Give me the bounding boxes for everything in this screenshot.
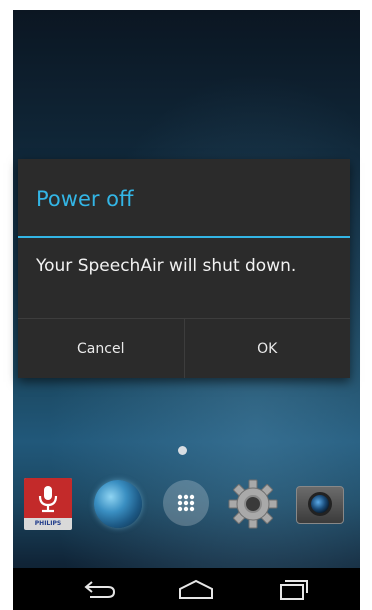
back-icon[interactable] — [80, 574, 120, 604]
dialog-title: Power off — [36, 187, 134, 211]
microphone-icon — [38, 486, 58, 513]
page-indicator-dot — [178, 446, 187, 455]
dialog-button-row: Cancel OK — [18, 318, 350, 378]
philips-brand-label: PHILIPS — [34, 520, 62, 527]
globe-icon — [94, 480, 142, 528]
philips-voice-recorder-app[interactable]: PHILIPS — [24, 478, 76, 530]
dialog-message: Your SpeechAir will shut down. — [36, 256, 297, 276]
browser-app[interactable] — [92, 478, 144, 530]
home-icon[interactable] — [176, 574, 216, 604]
settings-app[interactable] — [227, 478, 279, 530]
navigation-bar — [13, 568, 360, 610]
camera-lens — [308, 492, 332, 516]
cancel-button[interactable]: Cancel — [18, 319, 184, 378]
camera-app[interactable] — [294, 478, 346, 530]
app-grid-dots — [177, 494, 195, 512]
recent-apps-icon[interactable] — [273, 574, 313, 604]
power-off-dialog: Power off Your SpeechAir will shut down.… — [18, 159, 350, 378]
title-divider — [18, 236, 350, 238]
app-drawer-button[interactable] — [161, 478, 213, 530]
ok-button[interactable]: OK — [183, 319, 351, 378]
settings-gear-icon — [228, 479, 278, 529]
